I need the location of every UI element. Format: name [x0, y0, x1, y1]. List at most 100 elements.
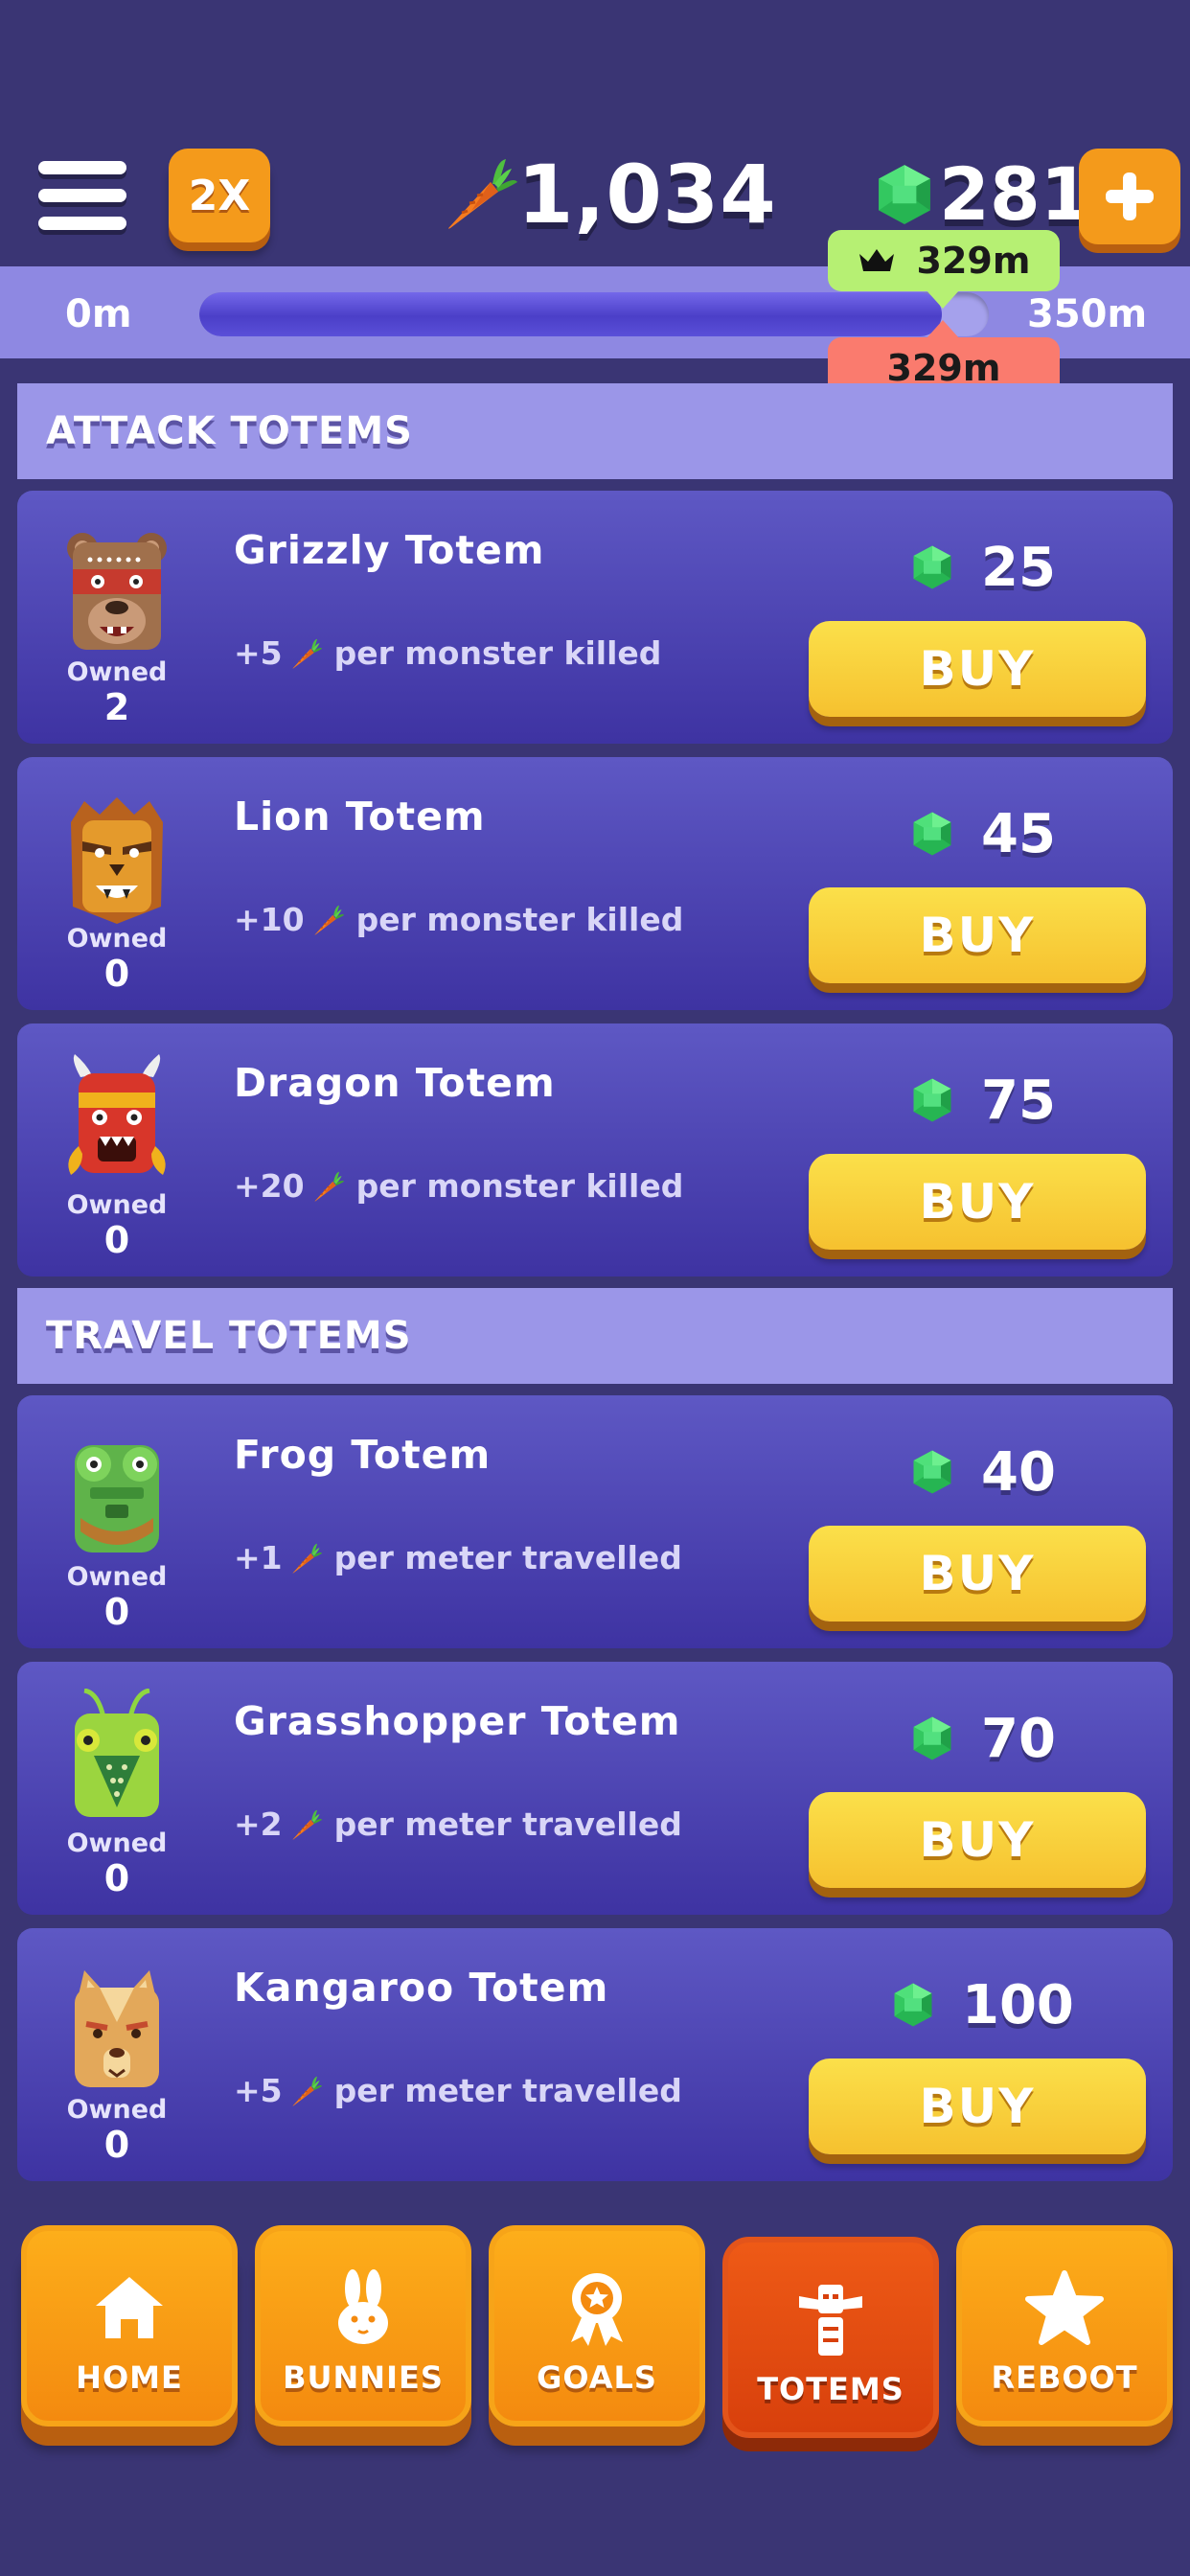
buy-button-lion[interactable]: BUY — [809, 887, 1146, 983]
lion-totem-icon — [71, 797, 163, 924]
totem-card-grasshopper: Owned 0 Grasshopper Totem +2 per meter t… — [17, 1662, 1173, 1915]
effect-description: per monster killed — [333, 634, 662, 672]
nav-label: REBOOT — [991, 2359, 1138, 2396]
carrot-icon — [290, 2075, 323, 2107]
frog-totem-icon — [75, 1445, 159, 1552]
nav-totems[interactable]: TOTEMS — [722, 2237, 939, 2438]
nav-label: HOME — [76, 2359, 183, 2396]
add-gems-button[interactable] — [1079, 149, 1180, 244]
nav-bunnies[interactable]: BUNNIES — [255, 2225, 471, 2426]
nav-goals[interactable]: GOALS — [489, 2225, 705, 2426]
bunny-icon — [338, 2269, 388, 2344]
star-icon — [1025, 2270, 1104, 2345]
owned-label: Owned — [66, 1190, 168, 1220]
owned-label: Owned — [66, 657, 168, 687]
travel-totems-header: TRAVEL TOTEMS — [17, 1288, 1173, 1384]
owned-label: Owned — [66, 2095, 168, 2125]
owned-label: Owned — [66, 1562, 168, 1592]
carrot-icon — [312, 904, 345, 936]
effect-description: per meter travelled — [333, 1806, 682, 1843]
totem-name: Grizzly Totem — [234, 527, 545, 573]
price-value: 45 — [981, 802, 1056, 865]
distance-progress-fill — [199, 292, 942, 336]
current-tag-pointer — [926, 320, 960, 339]
effect-amount: +2 — [234, 1806, 283, 1843]
buy-button-dragon[interactable]: BUY — [809, 1154, 1146, 1250]
price-value: 70 — [981, 1707, 1056, 1770]
nav-reboot[interactable]: REBOOT — [956, 2225, 1173, 2426]
distance-progress-bar — [199, 292, 989, 336]
carrot-icon — [290, 637, 323, 670]
totem-price: 75 — [910, 1062, 1056, 1138]
totem-card-frog: Owned 0 Frog Totem +1 per meter travelle… — [17, 1395, 1173, 1648]
carrot-icon — [443, 155, 519, 232]
totem-name: Grasshopper Totem — [234, 1698, 681, 1744]
buy-button-kangaroo[interactable]: BUY — [809, 2058, 1146, 2154]
owned-label: Owned — [66, 1828, 168, 1858]
nav-label: GOALS — [537, 2359, 657, 2396]
crown-icon — [858, 249, 894, 271]
effect-description: per monster killed — [355, 901, 684, 938]
owned-count: 0 — [103, 1857, 130, 1899]
totem-effect: +5 per monster killed — [234, 634, 661, 672]
gem-icon — [910, 1715, 954, 1761]
hamburger-menu-icon[interactable] — [38, 153, 126, 238]
totem-name: Dragon Totem — [234, 1060, 556, 1106]
best-distance-tag: 329m — [828, 230, 1060, 291]
nav-home[interactable]: HOME — [21, 2225, 238, 2426]
gem-icon — [910, 1077, 954, 1123]
totem-effect: +10 per monster killed — [234, 901, 683, 938]
dragon-totem-icon — [68, 1054, 166, 1175]
effect-description: per monster killed — [355, 1167, 684, 1205]
buy-button-frog[interactable]: BUY — [809, 1526, 1146, 1622]
totem-effect: +20 per monster killed — [234, 1167, 683, 1205]
nav-label: TOTEMS — [757, 2371, 904, 2407]
attack-totems-header: ATTACK TOTEMS — [17, 383, 1173, 479]
totem-card-kangaroo: Owned 0 Kangaroo Totem +5 per meter trav… — [17, 1928, 1173, 2181]
totem-price: 70 — [910, 1700, 1056, 1777]
totem-name: Lion Totem — [234, 794, 486, 840]
effect-amount: +1 — [234, 1539, 283, 1576]
effect-amount: +10 — [234, 901, 305, 938]
totem-card-grizzly: Owned 2 Grizzly Totem +5 per monster kil… — [17, 491, 1173, 744]
owned-count: 0 — [103, 2124, 130, 2166]
effect-description: per meter travelled — [333, 2072, 682, 2109]
owned-count: 2 — [103, 686, 130, 728]
totem-card-dragon: Owned 0 Dragon Totem +20 per monster kil… — [17, 1024, 1173, 1276]
home-icon — [96, 2277, 163, 2338]
price-value: 75 — [981, 1069, 1056, 1132]
plus-icon — [1106, 172, 1154, 220]
grasshopper-totem-icon — [75, 1689, 159, 1817]
totem-effect: +1 per meter travelled — [234, 1539, 682, 1576]
owned-count: 0 — [103, 1591, 130, 1633]
totem-effect: +5 per meter travelled — [234, 2072, 682, 2109]
owned-count: 0 — [103, 1219, 130, 1261]
best-distance-value: 329m — [916, 240, 1031, 282]
best-tag-pointer — [926, 289, 960, 309]
carrot-count: 1,034 — [517, 148, 777, 242]
kangaroo-totem-icon — [75, 1970, 159, 2087]
progress-end-label: 350m — [1027, 292, 1148, 336]
totem-price: 100 — [891, 1966, 1074, 2043]
gem-icon — [891, 1982, 935, 2028]
progress-start-label: 0m — [65, 292, 132, 336]
owned-label: Owned — [66, 924, 168, 954]
totem-effect: +2 per meter travelled — [234, 1806, 682, 1843]
owned-count: 0 — [103, 953, 130, 995]
price-value: 40 — [981, 1440, 1056, 1504]
price-value: 25 — [981, 536, 1056, 599]
totem-card-lion: Owned 0 Lion Totem +10 per monster kille… — [17, 757, 1173, 1010]
carrot-icon — [290, 1808, 323, 1841]
gem-icon — [874, 163, 935, 226]
totem-icon — [799, 2285, 862, 2356]
carrot-icon — [312, 1170, 345, 1203]
award-ribbon-icon — [571, 2273, 623, 2346]
totem-price: 40 — [910, 1434, 1056, 1510]
double-multiplier-button[interactable]: 2X — [169, 149, 270, 242]
grizzly-totem-icon — [67, 533, 167, 650]
buy-button-grizzly[interactable]: BUY — [809, 621, 1146, 717]
buy-button-grasshopper[interactable]: BUY — [809, 1792, 1146, 1888]
price-value: 100 — [962, 1973, 1074, 2036]
effect-amount: +5 — [234, 634, 283, 672]
nav-label: BUNNIES — [283, 2359, 444, 2396]
